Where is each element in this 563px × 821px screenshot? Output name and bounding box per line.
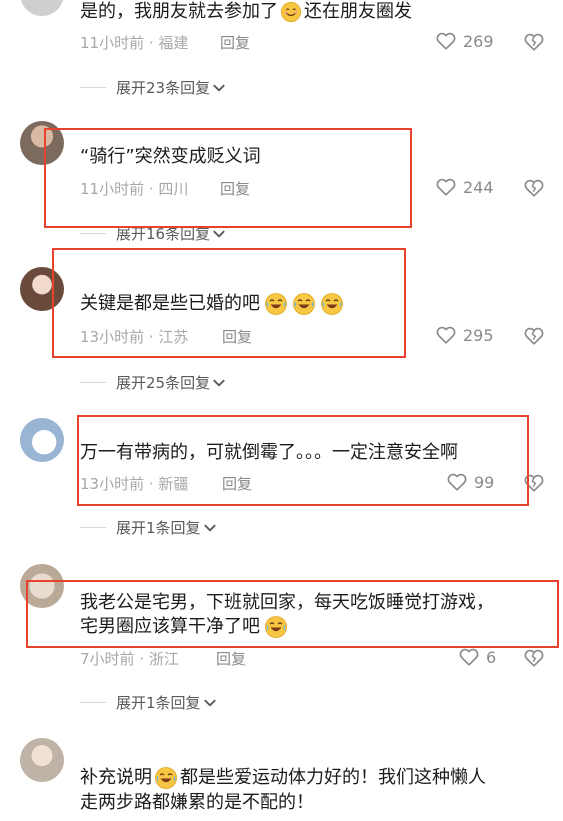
highlight-box [77,415,529,506]
divider [80,382,106,383]
broken-heart-icon[interactable] [523,647,545,669]
divider [80,87,106,88]
broken-heart-icon[interactable] [523,177,545,199]
heart-outline-icon [458,646,480,668]
expand-replies-button[interactable]: 展开1条回复 [80,692,217,713]
reply-button[interactable]: 回复 [216,648,246,669]
chevron-down-icon [212,81,226,95]
reply-button[interactable]: 回复 [220,32,250,53]
avatar[interactable] [20,418,64,462]
like-count: 6 [486,647,497,667]
highlight-box [44,128,412,228]
avatar[interactable] [20,0,64,16]
heart-outline-icon [435,324,457,346]
comment-meta: 7小时前 · 浙江 [80,650,179,668]
like-count: 244 [463,177,494,197]
heart-outline-icon [435,30,457,52]
highlight-box [26,580,559,648]
comment-text-line: 走两步路都嫌累的是不配的！ [80,792,314,813]
chevron-down-icon [203,696,217,710]
avatar[interactable] [20,738,64,782]
like-button[interactable]: 6 [458,646,496,668]
divider [80,702,106,703]
highlight-box [52,248,406,358]
broken-heart-icon[interactable] [523,31,545,53]
comment-text: 是的，我朋友就去参加了 还在朋友圈发 [80,1,412,23]
like-button[interactable]: 295 [435,324,494,346]
comment-text-line: 补充说明 都是些爱运动体力好的！我们这种懒人 [80,766,486,790]
divider [80,233,106,234]
like-count: 295 [463,325,494,345]
broken-heart-icon[interactable] [523,325,545,347]
like-button[interactable]: 244 [435,176,494,198]
like-button[interactable]: 269 [435,30,494,52]
smile-emoji [280,1,302,23]
comment-meta: 11小时前 · 福建 [80,34,189,52]
expand-replies-button[interactable]: 展开1条回复 [80,517,217,538]
expand-replies-button[interactable]: 展开23条回复 [80,77,226,98]
chevron-down-icon [203,521,217,535]
chevron-down-icon [212,376,226,390]
like-count: 269 [463,31,494,51]
divider [80,527,106,528]
heart-outline-icon [435,176,457,198]
chevron-down-icon [212,227,226,241]
laughing-tears-emoji [154,766,178,790]
expand-replies-button[interactable]: 展开25条回复 [80,372,226,393]
